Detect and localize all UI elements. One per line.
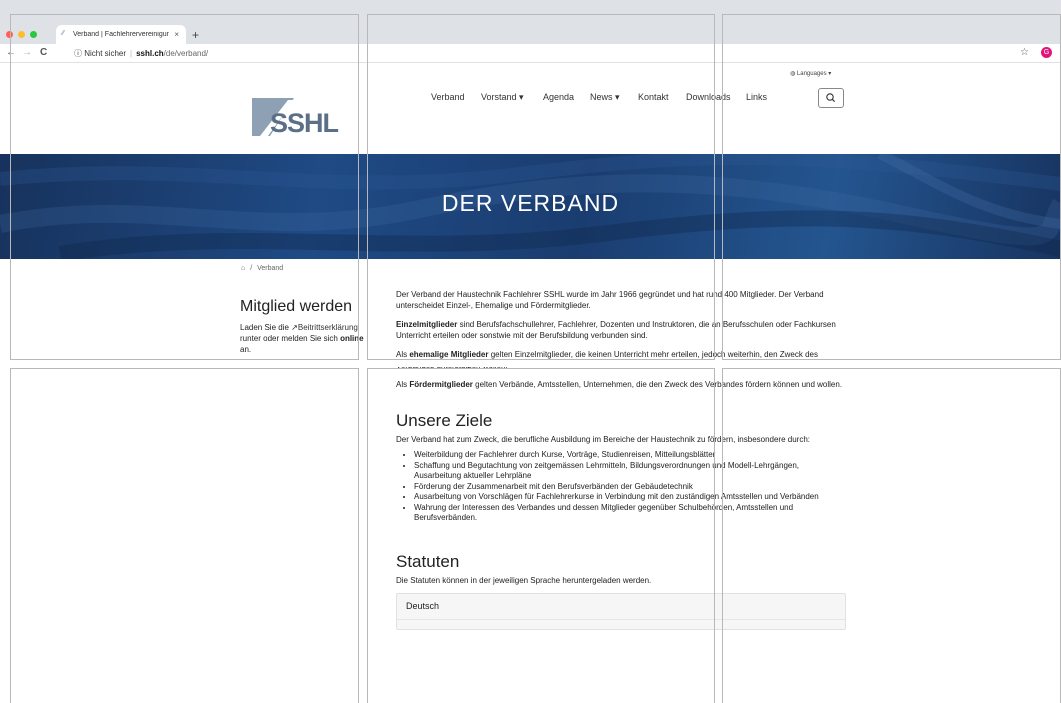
breadcrumb: ⌂ / Verband [241,265,283,272]
paragraph-text: gelten Verbände, Amtsstellen, Unternehme… [472,380,843,389]
url-host: sshl.ch [136,49,164,58]
statuten-text: Die Statuten können in der jeweiligen Sp… [396,575,652,585]
search-icon [826,93,836,103]
term-bold: Fördermitglieder [409,380,473,389]
forward-icon[interactable]: → [22,47,32,59]
search-button[interactable] [818,88,844,108]
languages-dropdown[interactable]: ◍ Languages ▾ [790,70,831,77]
back-icon[interactable]: ← [6,47,16,59]
logo-text[interactable]: SSHL [270,108,339,139]
sidebar-text-part: Laden Sie die [240,323,292,332]
nav-item-agenda[interactable]: Agenda [543,92,574,102]
statuten-heading: Statuten [396,551,460,571]
external-link-icon: ↗ [291,323,298,332]
list-item: Ausarbeitung von Vorschlägen für Fachleh… [414,492,846,503]
online-link[interactable]: online [340,334,364,343]
nav-item-downloads[interactable]: Downloads [686,92,731,102]
paragraph-text: Als [396,380,410,389]
url-field[interactable]: ⓘ Nicht sicher | sshl.ch/de/verband/ [74,48,208,59]
window-close-button[interactable] [6,31,13,38]
nav-item-vorstand[interactable]: Vorstand ▾ [481,92,524,103]
accordion-next-item[interactable] [397,619,845,629]
nav-item-links[interactable]: Links [746,92,767,102]
address-bar: ← → C ⓘ Nicht sicher | sshl.ch/de/verband/… [0,44,1061,63]
bookmark-star-icon[interactable]: ☆ [1020,47,1029,58]
nav-item-verband[interactable]: Verband [431,92,465,102]
einzelmitglieder-paragraph: Einzelmitglieder sind Berufsfachschulleh… [396,320,846,341]
tile-frame [10,368,359,703]
foerdermitglieder-paragraph: Als Fördermitglieder gelten Verbände, Am… [396,380,846,391]
sidebar-title: Mitglied werden [240,298,353,315]
goals-list: Weiterbildung der Fachlehrer durch Kurse… [396,450,846,524]
breadcrumb-separator: / [250,265,253,272]
statuten-accordion: Deutsch [396,593,846,630]
window-minimize-button[interactable] [18,31,25,38]
list-item: Schaffung und Begutachtung von zeitgemäs… [414,461,846,482]
security-indicator[interactable]: ⓘ Nicht sicher [74,49,126,58]
intro-paragraph: Der Verband der Haustechnik Fachlehrer S… [396,290,824,310]
term-bold: ehemalige Mitglieder [409,350,489,359]
accordion-item-deutsch[interactable]: Deutsch [397,594,845,620]
paragraph-text: Als [396,350,410,359]
main-content: Der Verband der Haustechnik Fachlehrer S… [396,290,846,630]
tab-close-icon[interactable]: × [174,30,179,39]
breadcrumb-current: Verband [257,265,284,272]
nav-item-news[interactable]: News ▾ [590,92,620,103]
window-zoom-button[interactable] [30,31,37,38]
term-bold: Einzelmitglieder [396,320,458,329]
new-tab-button[interactable]: + [192,29,199,41]
profile-avatar[interactable]: G [1041,47,1052,58]
tile-gutter [0,360,1061,367]
home-icon[interactable]: ⌂ [241,265,245,272]
browser-tab-bar: ⁄⁄ Verband | Fachlehrervereinigung × + [0,0,1061,44]
tab-title: Verband | Fachlehrervereinigung [73,31,169,38]
list-item: Wahrung der Interessen des Verbandes und… [414,503,846,524]
sidebar-text: Laden Sie die ↗Beitrittserklärung runter… [240,322,370,355]
list-item: Förderung der Zusammenarbeit mit den Ber… [414,482,846,493]
list-item: Weiterbildung der Fachlehrer durch Kurse… [414,450,846,461]
paragraph-text: sind Berufsfachschullehrer, Fachlehrer, … [396,320,836,340]
browser-tab[interactable]: ⁄⁄ Verband | Fachlehrervereinigung × [56,25,186,44]
page-title: DER VERBAND [441,190,620,216]
goals-intro: Der Verband hat zum Zweck, die beruflich… [396,434,811,444]
sidebar-text-part: runter oder melden Sie sich [240,334,341,343]
url-path: /de/verband/ [163,49,209,58]
beitrittserklaerung-link[interactable]: Beitrittserklärung [298,323,358,332]
sidebar-text-part: an. [240,345,252,354]
site-favicon-icon: ⁄⁄ [62,30,65,37]
goals-heading: Unsere Ziele [396,410,493,430]
nav-item-kontakt[interactable]: Kontakt [638,92,669,102]
reload-icon[interactable]: C [40,47,47,59]
